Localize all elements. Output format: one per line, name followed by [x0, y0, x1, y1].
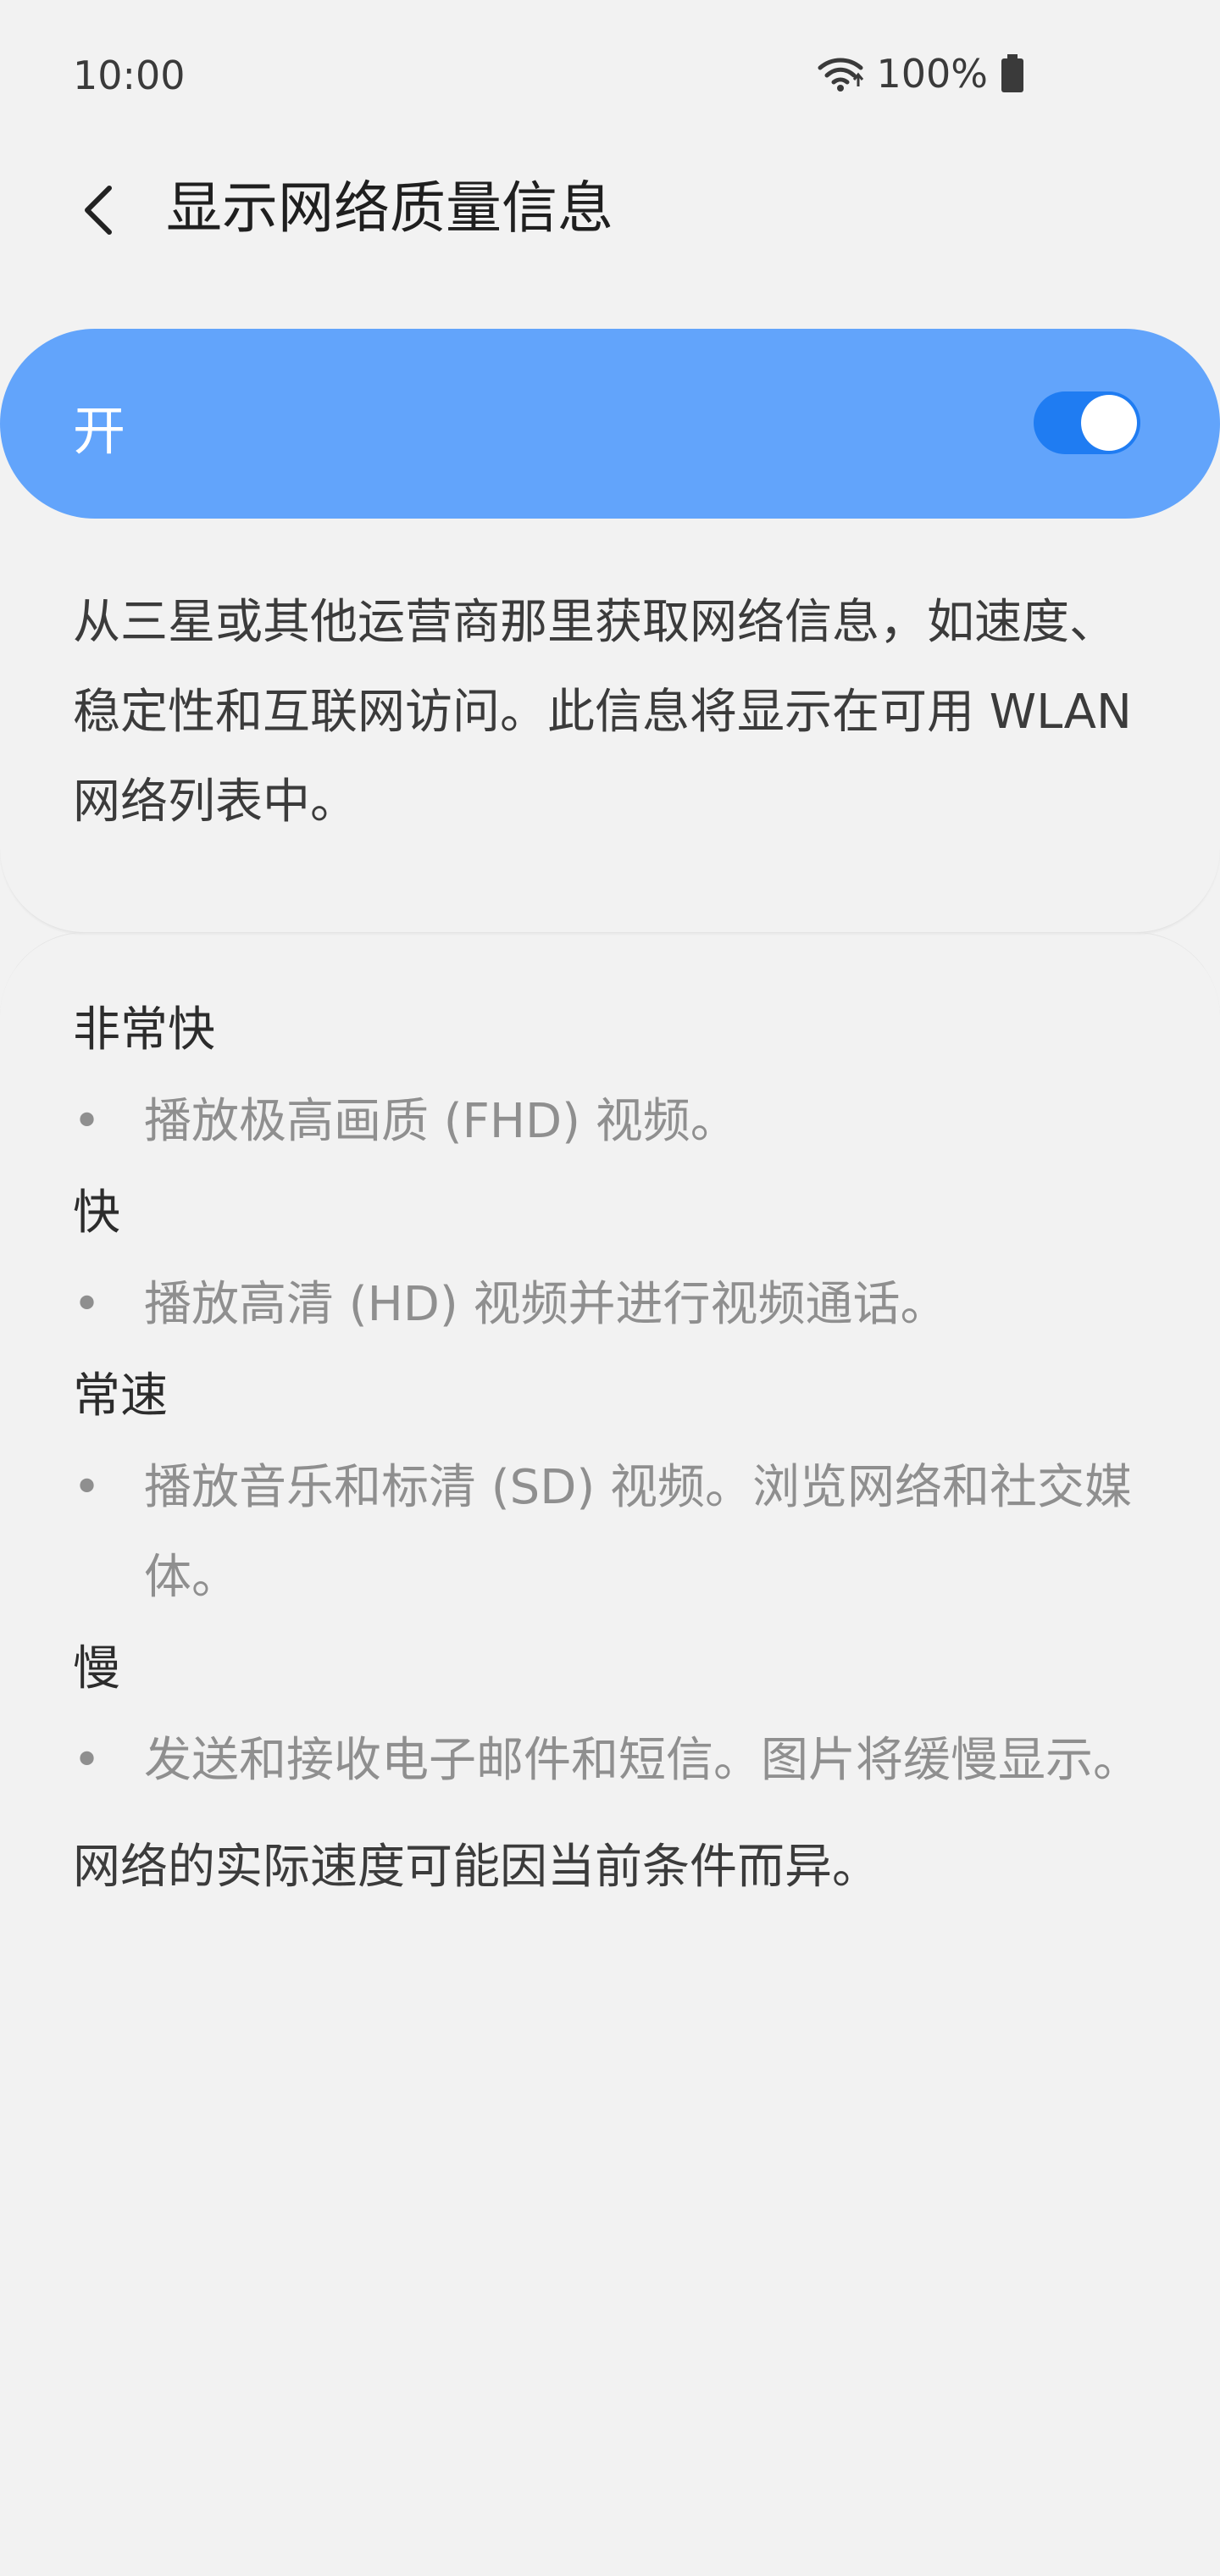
level-detail-very-fast: • 播放极高画质 (FHD) 视频。	[73, 1077, 1195, 1167]
level-title-normal: 常速	[73, 1368, 168, 1424]
description-text: 从三星或其他运营商那里获取网络信息，如速度、稳定性和互联网访问。此信息将显示在可…	[73, 595, 1132, 830]
level-detail-text: 播放极高画质 (FHD) 视频。	[144, 1094, 738, 1149]
level-detail-slow: • 发送和接收电子邮件和短信。图片将缓慢显示。	[73, 1716, 1195, 1806]
bullet-icon: •	[73, 1733, 102, 1788]
level-detail-text: 播放音乐和标清 (SD) 视频。浏览网络和社交媒体。	[144, 1460, 1132, 1605]
app-header: 显示网络质量信息	[0, 161, 1220, 263]
switch-label: 开	[73, 400, 126, 462]
speed-levels-card: 非常快 • 播放极高画质 (FHD) 视频。 快 • 播放高清 (HD) 视频并…	[0, 932, 1220, 2035]
status-icons: 100%	[817, 51, 1025, 97]
speed-levels-list: 非常快 • 播放极高画质 (FHD) 视频。 快 • 播放高清 (HD) 视频并…	[73, 984, 1157, 1913]
toggle-switch[interactable]	[1034, 391, 1140, 454]
toggle-knob	[1081, 395, 1137, 451]
battery-percentage: 100%	[876, 51, 988, 97]
bullet-icon: •	[73, 1094, 102, 1149]
level-title-very-fast: 非常快	[73, 1002, 215, 1058]
footnote-text: 网络的实际速度可能因当前条件而异。	[73, 1840, 879, 1895]
status-time: 10:00	[73, 53, 186, 98]
level-detail-text: 播放高清 (HD) 视频并进行视频通话。	[144, 1277, 948, 1332]
battery-icon	[1001, 54, 1023, 92]
wifi-icon	[818, 58, 864, 92]
level-detail-text: 发送和接收电子邮件和短信。图片将缓慢显示。	[144, 1733, 1140, 1788]
back-button[interactable]	[63, 176, 130, 244]
master-switch-bar[interactable]: 开	[0, 329, 1220, 519]
level-detail-fast: • 播放高清 (HD) 视频并进行视频通话。	[73, 1260, 1195, 1350]
level-detail-normal: • 播放音乐和标清 (SD) 视频。浏览网络和社交媒体。	[73, 1443, 1195, 1623]
bullet-icon: •	[73, 1277, 102, 1332]
level-title-fast: 快	[73, 1185, 120, 1241]
status-bar: 10:00 100%	[0, 0, 1220, 161]
description-card: 从三星或其他运营商那里获取网络信息，如速度、稳定性和互联网访问。此信息将显示在可…	[0, 519, 1220, 933]
page-title: 显示网络质量信息	[166, 175, 613, 241]
level-title-slow: 慢	[73, 1641, 120, 1696]
chevron-left-icon	[85, 186, 112, 235]
bullet-icon: •	[73, 1460, 102, 1515]
